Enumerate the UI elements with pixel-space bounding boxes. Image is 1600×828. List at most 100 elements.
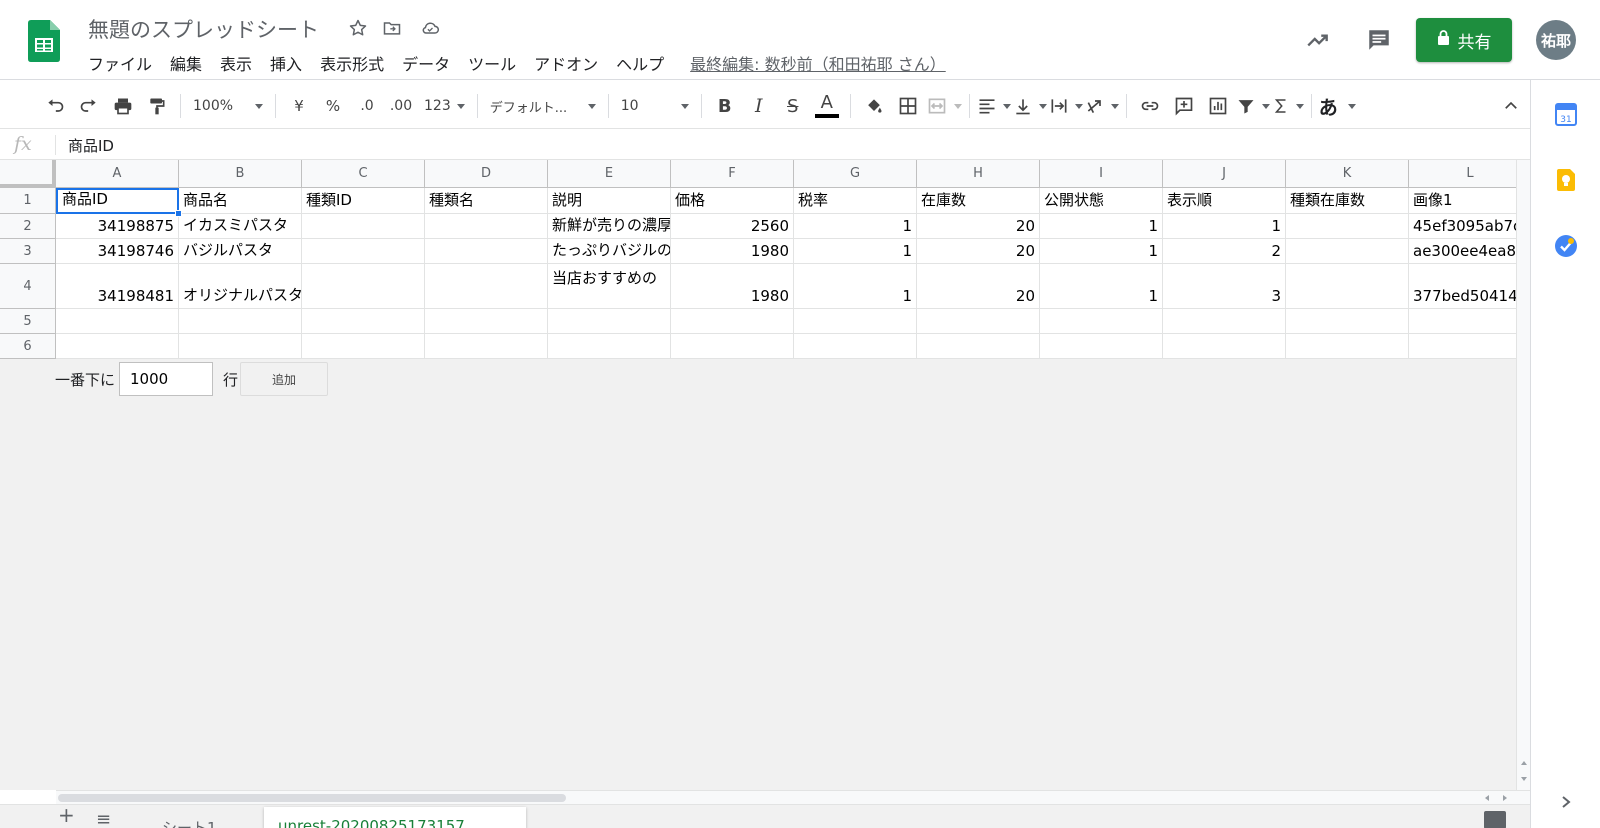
cell-f2[interactable]: 2560 (671, 214, 794, 239)
percent-format-button[interactable]: % (317, 90, 349, 122)
cell-e1[interactable]: 説明 (548, 188, 671, 214)
redo-icon[interactable] (73, 90, 105, 122)
cell-a5[interactable] (56, 309, 179, 334)
account-avatar[interactable]: 祐耶 (1536, 20, 1576, 60)
cell-c3[interactable] (302, 239, 425, 264)
cell-a3[interactable]: 34198746 (56, 239, 179, 264)
merge-cells-icon[interactable] (926, 90, 962, 122)
column-header-k[interactable]: K (1286, 160, 1409, 188)
cell-b3[interactable]: バジルパスタ (179, 239, 302, 264)
bold-button[interactable]: B (709, 90, 741, 122)
menu-file[interactable]: ファイル (88, 51, 152, 75)
sheet-tab-2[interactable]: unrest-20200825173157 (264, 807, 526, 828)
horizontal-scrollbar[interactable] (56, 790, 1530, 804)
cell-i2[interactable]: 1 (1040, 214, 1163, 239)
cell-i4[interactable]: 1 (1040, 264, 1163, 309)
menu-format[interactable]: 表示形式 (320, 51, 384, 75)
menu-view[interactable]: 表示 (220, 51, 252, 75)
cell-l6[interactable] (1409, 334, 1530, 359)
cell-c6[interactable] (302, 334, 425, 359)
cell-h5[interactable] (917, 309, 1040, 334)
cell-j4[interactable]: 3 (1163, 264, 1286, 309)
row-header-6[interactable]: 6 (0, 334, 56, 359)
cell-j5[interactable] (1163, 309, 1286, 334)
scroll-left-icon[interactable] (1482, 793, 1492, 803)
cell-k1[interactable]: 種類在庫数 (1286, 188, 1409, 214)
cell-a4[interactable]: 34198481 (56, 264, 179, 309)
scroll-up-icon[interactable] (1519, 758, 1529, 768)
cell-b4[interactable]: オリジナルパスタ (179, 264, 302, 309)
column-header-c[interactable]: C (302, 160, 425, 188)
cell-j2[interactable]: 1 (1163, 214, 1286, 239)
font-size-select[interactable]: 10 (615, 90, 695, 122)
keep-icon[interactable] (1554, 168, 1578, 192)
input-tools-button[interactable]: あ (1319, 90, 1356, 122)
cell-d4[interactable] (425, 264, 548, 309)
cell-i6[interactable] (1040, 334, 1163, 359)
cell-f5[interactable] (671, 309, 794, 334)
menu-edit[interactable]: 編集 (170, 51, 202, 75)
cell-g3[interactable]: 1 (794, 239, 917, 264)
cell-d3[interactable] (425, 239, 548, 264)
cloud-saved-icon[interactable] (418, 16, 442, 40)
cell-e6[interactable] (548, 334, 671, 359)
strikethrough-button[interactable]: S (777, 90, 809, 122)
cell-b1[interactable]: 商品名 (179, 188, 302, 214)
menu-help[interactable]: ヘルプ (616, 51, 664, 75)
row-header-5[interactable]: 5 (0, 309, 56, 334)
cell-g2[interactable]: 1 (794, 214, 917, 239)
cell-e3[interactable]: たっぷりバジルの (548, 239, 671, 264)
collapse-menus-icon[interactable] (1495, 90, 1527, 122)
fill-color-icon[interactable] (858, 90, 890, 122)
document-title[interactable]: 無題のスプレッドシート (88, 14, 319, 44)
cell-f6[interactable] (671, 334, 794, 359)
activity-trend-icon[interactable] (1302, 24, 1334, 56)
cell-b6[interactable] (179, 334, 302, 359)
move-folder-icon[interactable] (380, 16, 404, 40)
cell-h6[interactable] (917, 334, 1040, 359)
cell-j1[interactable]: 表示順 (1163, 188, 1286, 214)
sheet-tab-1[interactable]: シート1 (162, 807, 217, 828)
column-header-d[interactable]: D (425, 160, 548, 188)
add-rows-count-input[interactable] (119, 362, 214, 396)
cell-e5[interactable] (548, 309, 671, 334)
column-header-f[interactable]: F (671, 160, 794, 188)
formula-input[interactable]: 商品ID (68, 135, 114, 156)
currency-format-button[interactable]: ¥ (283, 90, 315, 122)
row-header-2[interactable]: 2 (0, 214, 56, 239)
cell-j6[interactable] (1163, 334, 1286, 359)
cell-a6[interactable] (56, 334, 179, 359)
explore-icon[interactable] (1484, 811, 1506, 828)
column-header-h[interactable]: H (917, 160, 1040, 188)
text-wrap-icon[interactable] (1049, 90, 1083, 122)
cell-h4[interactable]: 20 (917, 264, 1040, 309)
decrease-decimal-button[interactable]: .0 (351, 90, 383, 122)
italic-button[interactable]: I (743, 90, 775, 122)
expand-side-panel-icon[interactable] (1554, 790, 1578, 814)
increase-decimal-button[interactable]: .00 (385, 90, 417, 122)
undo-icon[interactable] (39, 90, 71, 122)
cell-c1[interactable]: 種類ID (302, 188, 425, 214)
cell-k4[interactable] (1286, 264, 1409, 309)
cell-d5[interactable] (425, 309, 548, 334)
cell-h1[interactable]: 在庫数 (917, 188, 1040, 214)
cell-f4[interactable]: 1980 (671, 264, 794, 309)
tasks-icon[interactable] (1554, 234, 1578, 258)
cell-i3[interactable]: 1 (1040, 239, 1163, 264)
cell-d6[interactable] (425, 334, 548, 359)
print-icon[interactable] (107, 90, 139, 122)
menu-addons[interactable]: アドオン (534, 51, 598, 75)
comments-icon[interactable] (1363, 24, 1395, 56)
vertical-scrollbar[interactable] (1516, 160, 1530, 790)
font-family-select[interactable]: デフォルト... (484, 90, 602, 122)
cell-h3[interactable]: 20 (917, 239, 1040, 264)
vertical-align-icon[interactable] (1013, 90, 1047, 122)
cell-i1[interactable]: 公開状態 (1040, 188, 1163, 214)
cell-i5[interactable] (1040, 309, 1163, 334)
cell-l4[interactable]: 377bed50414 (1409, 264, 1530, 309)
text-color-button[interactable]: A (811, 90, 843, 122)
cell-l3[interactable]: ae300ee4ea8 (1409, 239, 1530, 264)
cell-h2[interactable]: 20 (917, 214, 1040, 239)
cell-a2[interactable]: 34198875 (56, 214, 179, 239)
cell-k6[interactable] (1286, 334, 1409, 359)
